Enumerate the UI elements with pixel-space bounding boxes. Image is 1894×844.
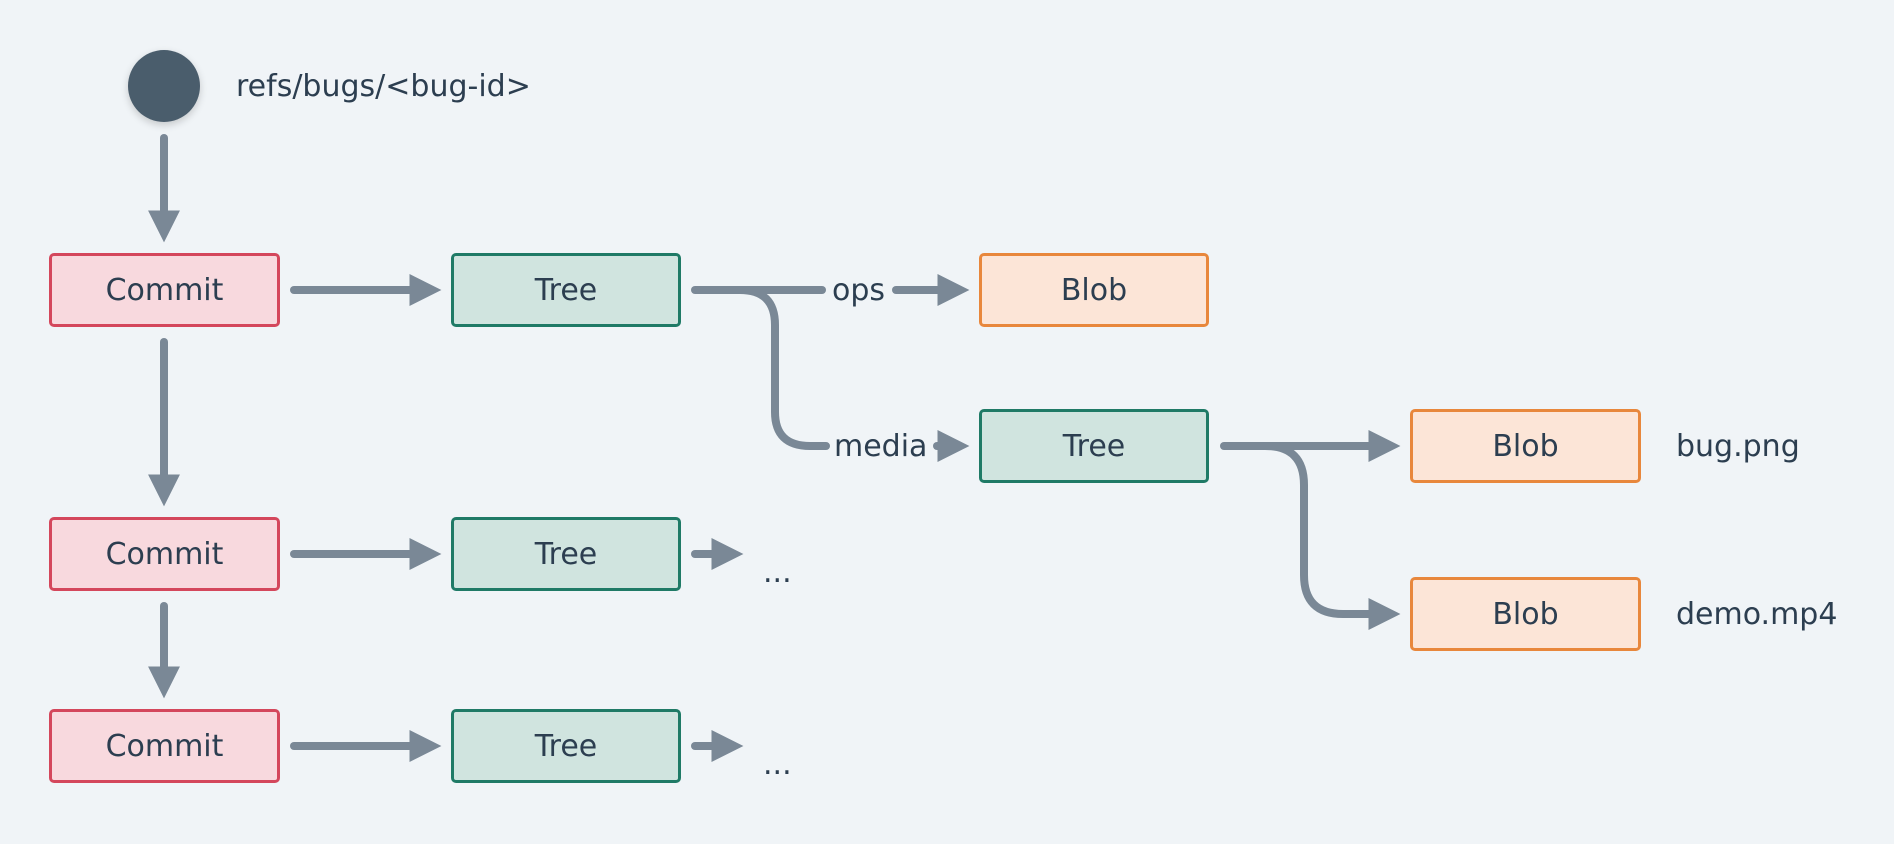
tree-node-1[interactable]: Tree (451, 253, 681, 327)
ref-label: refs/bugs/<bug-id> (236, 69, 531, 104)
tree-node-2-label: Tree (534, 536, 598, 572)
edge-label-ops: ops (832, 273, 886, 308)
commit-node-2-label: Commit (105, 536, 224, 572)
file-label-bug: bug.png (1676, 429, 1800, 464)
commit-node-1-label: Commit (105, 272, 224, 308)
blob-node-demo-label: Blob (1492, 596, 1559, 632)
tree-node-3[interactable]: Tree (451, 709, 681, 783)
blob-node-bug-label: Blob (1492, 428, 1559, 464)
blob-node-bug[interactable]: Blob (1410, 409, 1641, 483)
blob-node-ops-label: Blob (1060, 272, 1128, 308)
tree-node-media-label: Tree (1062, 428, 1126, 464)
commit-node-1[interactable]: Commit (49, 253, 280, 327)
file-label-demo: demo.mp4 (1676, 597, 1838, 632)
tree-node-media[interactable]: Tree (979, 409, 1209, 483)
edge-treemedia-demo (1261, 442, 1401, 630)
blob-node-demo[interactable]: Blob (1410, 577, 1641, 651)
tree-node-1-label: Tree (534, 272, 598, 308)
commit-node-2[interactable]: Commit (49, 517, 280, 591)
edge-label-media: media (834, 429, 928, 464)
tree-node-2[interactable]: Tree (451, 517, 681, 591)
blob-node-ops[interactable]: Blob (979, 253, 1209, 327)
tree-node-3-label: Tree (534, 728, 598, 764)
commit-node-3[interactable]: Commit (49, 709, 280, 783)
commit-node-3-label: Commit (105, 728, 224, 764)
ellipsis-row2: ... (763, 555, 792, 590)
ref-circle-icon (128, 50, 200, 122)
ellipsis-row3: ... (763, 747, 792, 782)
edge-tree1-media (736, 286, 830, 450)
